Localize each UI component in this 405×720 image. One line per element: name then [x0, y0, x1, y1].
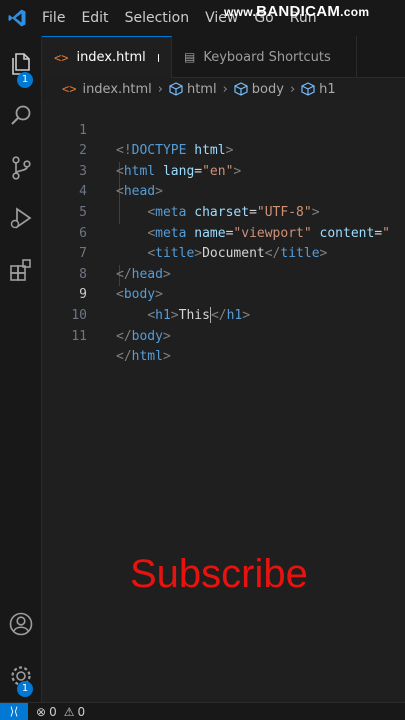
code-line-current: 9 <h1>This</h1> [42, 265, 405, 324]
subscribe-overlay-text: Subscribe [130, 552, 308, 596]
extensions-button[interactable] [0, 248, 42, 292]
line-number: 11 [71, 328, 87, 344]
element-icon [169, 82, 183, 96]
tab-bar: <> index.html ▤ Keyboard Shortcuts [42, 36, 405, 78]
search-icon [11, 105, 31, 125]
explorer-badge: 1 [17, 72, 33, 88]
run-debug-icon [10, 207, 32, 229]
run-debug-button[interactable] [0, 196, 42, 240]
breadcrumb: <> index.html › html › body › h1 [42, 78, 405, 100]
code-line: 1 <!DOCTYPE html> [42, 100, 405, 159]
chevron-right-icon: › [157, 81, 163, 97]
manage-button[interactable]: 1 [0, 654, 42, 698]
code-line: 3 <head> [42, 141, 405, 200]
search-button[interactable] [0, 94, 42, 138]
menu-file[interactable]: File [34, 0, 73, 36]
tab-label: Keyboard Shortcuts [203, 49, 331, 65]
warning-count: 0 [77, 704, 86, 719]
source-control-icon [12, 156, 31, 180]
remote-indicator-button[interactable]: ⟩⟨ [0, 702, 28, 720]
chevron-right-icon: › [289, 81, 296, 97]
breadcrumb-h1[interactable]: h1 [319, 82, 336, 97]
tab-index-html[interactable]: <> index.html [42, 36, 172, 78]
explorer-button[interactable]: 1 [0, 42, 42, 88]
error-count: 0 [49, 704, 57, 719]
tab-keyboard-shortcuts[interactable]: ▤ Keyboard Shortcuts [172, 36, 357, 78]
activity-bar: 1 1 [0, 36, 42, 702]
error-icon: ⊗ [36, 704, 47, 719]
bandicam-watermark: www.BANDICAM.com [224, 3, 370, 20]
remote-icon: ⟩⟨ [9, 705, 19, 718]
code-line: 6 <title>Document</title> [42, 203, 405, 262]
code-line: 10 </body> [42, 285, 405, 344]
html-icon: <> [54, 50, 69, 65]
menu-edit[interactable]: Edit [73, 0, 116, 36]
code-line: 8 <body> [42, 244, 405, 303]
accounts-button[interactable] [0, 602, 42, 646]
code-line: 2 <html lang="en"> [42, 121, 405, 179]
code-line: 7 </head> [42, 224, 405, 282]
chevron-right-icon: › [222, 81, 228, 97]
unsaved-dot-icon[interactable] [157, 53, 159, 62]
code-text: </body> [116, 328, 171, 344]
element-icon [234, 82, 248, 96]
code-line: 4 <meta charset="UTF-8"> [42, 162, 405, 220]
extensions-icon [10, 259, 31, 281]
element-icon [301, 82, 315, 96]
html-icon: <> [62, 82, 77, 96]
account-icon [9, 612, 33, 636]
title-bar: File Edit Selection View Go Run www.BAND… [0, 0, 405, 36]
code-text: </html> [116, 349, 171, 365]
breadcrumb-file[interactable]: index.html [82, 82, 151, 97]
tab-label: index.html [76, 50, 146, 65]
code-line: 11 </html> [42, 306, 405, 365]
manage-badge: 1 [17, 681, 33, 697]
code-editor[interactable]: 1 <!DOCTYPE html> 2 <html lang="en"> 3 <… [42, 100, 405, 702]
source-control-button[interactable] [0, 146, 42, 190]
breadcrumb-body[interactable]: body [252, 82, 284, 97]
vscode-logo-icon [0, 0, 34, 36]
status-bar: ⟩⟨ ⊗ 0 ⚠ 0 [0, 702, 405, 720]
breadcrumb-html[interactable]: html [187, 82, 217, 97]
code-line: 5 <meta name="viewport" content=" [42, 182, 405, 241]
keyboard-icon: ▤ [184, 50, 196, 64]
problems-button[interactable]: ⊗ 0 ⚠ 0 [36, 705, 85, 719]
menu-selection[interactable]: Selection [117, 0, 198, 36]
warning-icon: ⚠ [63, 704, 75, 719]
